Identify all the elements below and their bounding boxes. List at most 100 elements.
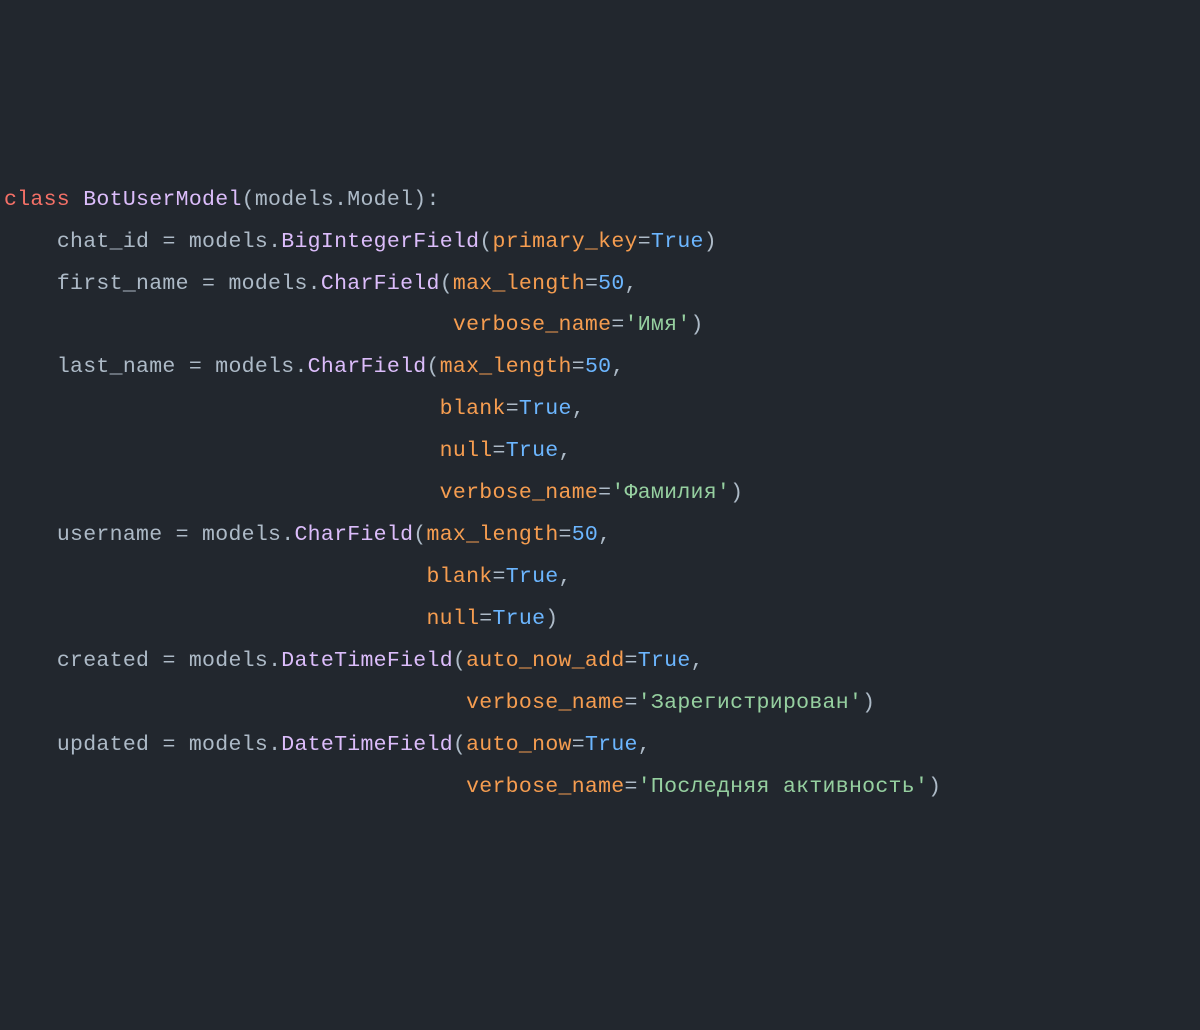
kwarg-value: 'Последняя активность' bbox=[638, 775, 928, 799]
equals: = bbox=[625, 649, 638, 673]
code-line: username = models.CharField(max_length=5… bbox=[4, 523, 611, 547]
paren-open: ( bbox=[413, 523, 426, 547]
kwarg-name: max_length bbox=[453, 272, 585, 296]
code-line: null=True, bbox=[4, 439, 572, 463]
paren-close: ) bbox=[862, 691, 875, 715]
comma: , bbox=[691, 649, 704, 673]
dot: . bbox=[268, 230, 281, 254]
kwarg-value: True bbox=[492, 607, 545, 631]
equals: = bbox=[162, 733, 175, 757]
field-call: CharField bbox=[294, 523, 413, 547]
equals: = bbox=[625, 775, 638, 799]
equals: = bbox=[611, 313, 624, 337]
code-line: chat_id = models.BigIntegerField(primary… bbox=[4, 230, 717, 254]
paren-open: ( bbox=[427, 355, 440, 379]
base-module: models bbox=[255, 188, 334, 212]
module-ref: models bbox=[215, 355, 294, 379]
field-name: last_name bbox=[57, 355, 176, 379]
module-ref: models bbox=[189, 649, 268, 673]
field-name: first_name bbox=[57, 272, 189, 296]
code-line: blank=True, bbox=[4, 565, 572, 589]
kwarg-value: True bbox=[638, 649, 691, 673]
equals: = bbox=[572, 733, 585, 757]
kwarg-name: blank bbox=[440, 397, 506, 421]
dot: . bbox=[294, 355, 307, 379]
module-ref: models bbox=[202, 523, 281, 547]
field-name: chat_id bbox=[57, 230, 149, 254]
kwarg-name: max_length bbox=[440, 355, 572, 379]
paren-close: ) bbox=[928, 775, 941, 799]
kwarg-name: auto_now_add bbox=[466, 649, 624, 673]
paren-open: ( bbox=[453, 733, 466, 757]
equals: = bbox=[492, 565, 505, 589]
equals: = bbox=[176, 523, 189, 547]
dot: . bbox=[308, 272, 321, 296]
equals: = bbox=[202, 272, 215, 296]
code-line: verbose_name='Зарегистрирован') bbox=[4, 691, 875, 715]
equals: = bbox=[162, 230, 175, 254]
code-line: last_name = models.CharField(max_length=… bbox=[4, 355, 625, 379]
code-line: null=True) bbox=[4, 607, 559, 631]
kwarg-value: 'Имя' bbox=[625, 313, 691, 337]
field-name: username bbox=[57, 523, 163, 547]
kwarg-value: True bbox=[519, 397, 572, 421]
kwarg-name: null bbox=[440, 439, 493, 463]
kwarg-name: blank bbox=[426, 565, 492, 589]
paren-close: ) bbox=[691, 313, 704, 337]
paren-open: ( bbox=[440, 272, 453, 296]
kwarg-value: 'Зарегистрирован' bbox=[638, 691, 862, 715]
kwarg-name: verbose_name bbox=[466, 691, 624, 715]
field-call: CharField bbox=[308, 355, 427, 379]
module-ref: models bbox=[189, 230, 268, 254]
field-name: created bbox=[57, 649, 149, 673]
equals: = bbox=[506, 397, 519, 421]
kwarg-name: verbose_name bbox=[466, 775, 624, 799]
code-line: verbose_name='Имя') bbox=[4, 313, 704, 337]
comma: , bbox=[559, 439, 572, 463]
dot: . bbox=[334, 188, 347, 212]
kwarg-name: verbose_name bbox=[453, 313, 611, 337]
kwarg-value: True bbox=[506, 439, 559, 463]
code-line: created = models.DateTimeField(auto_now_… bbox=[4, 649, 704, 673]
paren-close: ) bbox=[413, 188, 426, 212]
comma: , bbox=[611, 355, 624, 379]
base-class: Model bbox=[347, 188, 413, 212]
paren-open: ( bbox=[242, 188, 255, 212]
class-name: BotUserModel bbox=[83, 188, 241, 212]
code-line: updated = models.DateTimeField(auto_now=… bbox=[4, 733, 651, 757]
kwarg-name: auto_now bbox=[466, 733, 572, 757]
kwarg-name: verbose_name bbox=[440, 481, 598, 505]
paren-close: ) bbox=[704, 230, 717, 254]
equals: = bbox=[189, 355, 202, 379]
equals: = bbox=[479, 607, 492, 631]
kwarg-name: null bbox=[426, 607, 479, 631]
kwarg-value: True bbox=[585, 733, 638, 757]
comma: , bbox=[625, 272, 638, 296]
equals: = bbox=[572, 355, 585, 379]
equals: = bbox=[559, 523, 572, 547]
module-ref: models bbox=[189, 733, 268, 757]
keyword-class: class bbox=[4, 188, 70, 212]
equals: = bbox=[585, 272, 598, 296]
kwarg-value: True bbox=[651, 230, 704, 254]
kwarg-value: 'Фамилия' bbox=[611, 481, 730, 505]
kwarg-value: 50 bbox=[572, 523, 598, 547]
field-call: BigIntegerField bbox=[281, 230, 479, 254]
paren-open: ( bbox=[479, 230, 492, 254]
equals: = bbox=[598, 481, 611, 505]
field-call: DateTimeField bbox=[281, 733, 453, 757]
kwarg-name: primary_key bbox=[493, 230, 638, 254]
comma: , bbox=[638, 733, 651, 757]
dot: . bbox=[268, 733, 281, 757]
code-line: blank=True, bbox=[4, 397, 585, 421]
field-name: updated bbox=[57, 733, 149, 757]
dot: . bbox=[268, 649, 281, 673]
kwarg-name: max_length bbox=[427, 523, 559, 547]
paren-open: ( bbox=[453, 649, 466, 673]
equals: = bbox=[162, 649, 175, 673]
code-line: verbose_name='Фамилия') bbox=[4, 481, 743, 505]
comma: , bbox=[559, 565, 572, 589]
equals: = bbox=[638, 230, 651, 254]
kwarg-value: 50 bbox=[598, 272, 624, 296]
field-call: CharField bbox=[321, 272, 440, 296]
